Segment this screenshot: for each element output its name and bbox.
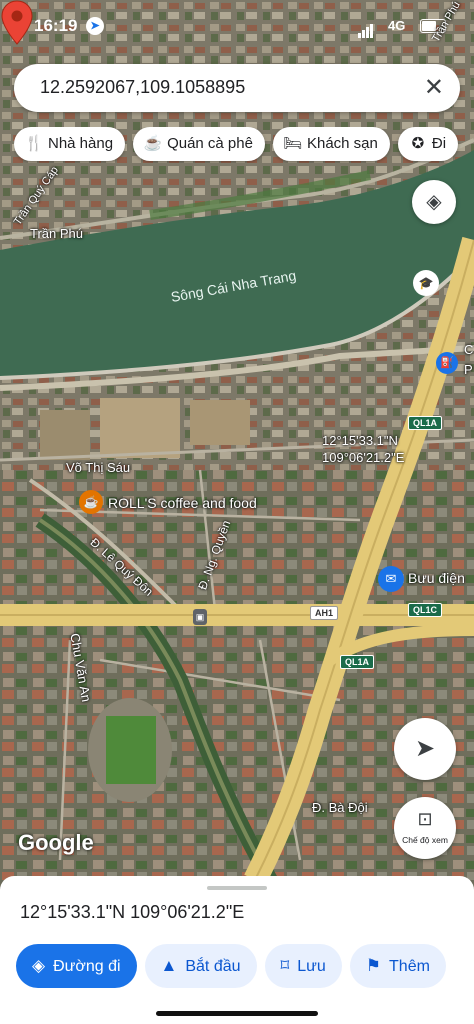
sheet-drag-handle[interactable] [207,886,267,890]
view-mode-button[interactable]: ⊡ Chế độ xem [394,797,456,859]
street-label-tran-phu: Trần Phú [30,226,83,241]
search-bar[interactable]: 12.2592067,109.1058895 ✕ [14,64,460,112]
add-label-button[interactable]: ⚑ Thêm [349,944,446,988]
chip-label: Nhà hàng [48,135,114,152]
network-type: 4G [388,18,406,33]
add-label-label: Thêm [389,958,430,975]
location-arrow-icon: ➤ [86,17,104,35]
start-label: Bắt đầu [185,958,241,975]
search-query[interactable]: 12.2592067,109.1058895 [40,77,245,98]
chip-restaurants[interactable]: 🍴 Nhà hàng [14,127,126,161]
bus-stop-icon[interactable]: ▣ [193,609,207,625]
coffee-poi-icon[interactable]: ☕ [79,490,103,514]
street-label-ba-doi: Đ. Bà Đội [312,800,368,815]
place-bottom-sheet[interactable]: 12°15'33.1"N 109°06'21.2"E ◈ Đường đi ▲ Bắt… [0,876,474,1024]
layers-icon: ◈ [426,191,442,213]
start-button[interactable]: ▲ Bắt đầu [144,944,257,988]
poi-edge-label-p: P [464,362,473,377]
pin-coordinates-label: 12°15'33.1"N 109°06'21.2"E [322,432,404,466]
chip-hotels[interactable]: 🛏 Khách sạn [272,127,390,161]
status-bar: 16:19 ➤ 4G [0,12,474,42]
place-coordinates: 12°15'33.1"N 109°06'21.2"E [20,902,245,922]
poi-label-post-office[interactable]: Bưu điện [408,570,465,586]
route-shield-ql1c: QL1C [408,603,443,617]
chip-coffee[interactable]: ☕ Quán cà phê [133,127,265,161]
route-shield-ql1a-top: QL1A [408,416,443,430]
action-buttons: ◈ Đường đi ▲ Bắt đầu ⌑ Lưu ⚑ Thêm [16,944,474,990]
category-chips: 🍴 Nhà hàng ☕ Quán cà phê 🛏 Khách sạn ✪ Đi [14,127,474,163]
poi-label-rolls-coffee[interactable]: ROLL'S coffee and food [108,495,257,511]
location-pin-icon[interactable] [0,0,34,46]
chip-label: Khách sạn [306,135,378,152]
street-label-vo-thi-sau: Võ Thị Sáu [66,460,131,475]
view-mode-label: Chế độ xem [402,835,448,845]
attraction-icon: ✪ [411,135,425,152]
school-icon[interactable]: 🎓 [413,270,439,296]
directions-icon: ◈ [32,956,46,975]
gas-station-icon[interactable]: ⛽ [436,352,458,374]
my-location-button[interactable]: ➤ [394,718,456,780]
pin-longitude: 109°06'21.2"E [322,450,405,465]
save-label: Lưu [297,958,326,975]
bookmark-icon: ⌑ [280,956,290,975]
save-button[interactable]: ⌑ Lưu [264,944,342,988]
view-mode-icon: ⊡ [417,809,433,829]
home-indicator[interactable] [156,1011,318,1016]
restaurant-icon: 🍴 [24,135,44,152]
chip-attractions[interactable]: ✪ Đi [397,127,459,161]
chip-label: Đi [431,135,447,152]
route-shield-ql1a-bottom: QL1A [340,655,375,669]
directions-label: Đường đi [53,958,121,975]
directions-button[interactable]: ◈ Đường đi [16,944,137,988]
route-shield-ah1: AH1 [310,606,339,620]
navigation-arrow-icon: ➤ [414,735,436,762]
flag-icon: ⚑ [365,956,382,975]
layers-button[interactable]: ◈ [412,180,456,224]
poi-edge-label-c: C [464,342,474,357]
satellite-map[interactable]: 16:19 ➤ 4G 12.2592067,109.1058895 ✕ 🍴 Nhà… [0,0,474,880]
post-office-icon[interactable]: ✉ [378,566,404,592]
navigate-icon: ▲ [160,956,178,975]
signal-icon [358,18,374,38]
chip-label: Quán cà phê [167,135,253,152]
status-time: 16:19 [34,16,78,35]
hotel-icon: 🛏 [283,135,303,152]
pin-latitude: 12°15'33.1"N [322,433,398,448]
coffee-icon: ☕ [143,135,163,152]
close-icon[interactable]: ✕ [424,73,444,102]
google-logo: Google [18,830,94,855]
